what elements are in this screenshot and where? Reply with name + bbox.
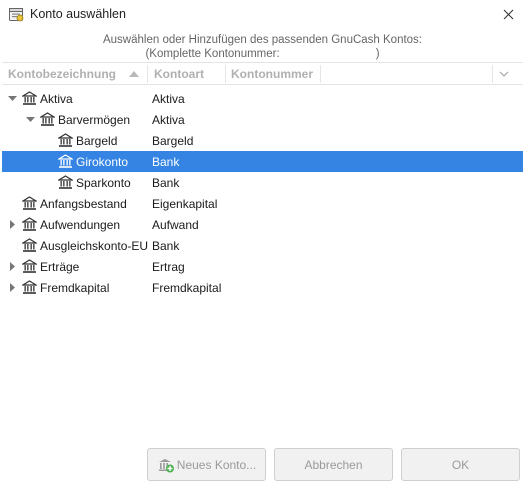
account-type: Eigenkapital [152, 197, 218, 211]
tree-header: Kontobezeichnung Kontoart Kontonummer [2, 63, 523, 85]
account-name: Ausgleichskonto-EU [40, 239, 149, 253]
account-name: Anfangsbestand [40, 197, 127, 211]
title-bar: Konto auswählen [0, 0, 525, 28]
account-row[interactable]: Erträge Ertrag [2, 256, 523, 277]
bank-icon [22, 91, 37, 105]
account-row[interactable]: Fremdkapital Fremdkapital [2, 277, 523, 298]
account-type: Aktiva [152, 92, 185, 106]
new-account-label: Neues Konto... [176, 457, 257, 472]
account-name: Bargeld [76, 134, 118, 148]
account-name: Fremdkapital [40, 281, 110, 295]
close-button[interactable] [491, 0, 525, 28]
expander-collapsed-icon[interactable] [7, 282, 18, 293]
bank-icon [40, 112, 55, 126]
bank-icon [22, 217, 37, 231]
bank-icon [58, 133, 73, 147]
new-account-icon [158, 458, 174, 472]
account-row[interactable]: Aufwendungen Aufwand [2, 214, 523, 235]
account-row[interactable]: Sparkonto Bank [2, 172, 523, 193]
account-row[interactable]: Aktiva Aktiva [2, 88, 523, 109]
bank-icon [58, 175, 73, 189]
select-account-dialog: Konto auswählen Auswählen oder Hinzufüge… [0, 0, 525, 484]
account-row[interactable]: Ausgleichskonto-EU Bank [2, 235, 523, 256]
bank-icon [22, 280, 37, 294]
expander-expanded-icon[interactable] [7, 93, 18, 104]
account-row[interactable]: Girokonto Bank [2, 151, 523, 172]
bank-icon [22, 259, 37, 273]
account-row[interactable]: Bargeld Bargeld [2, 130, 523, 151]
account-type: Aufwand [152, 218, 199, 232]
account-name: Erträge [40, 260, 80, 274]
expander-expanded-icon[interactable] [25, 114, 36, 125]
bank-icon [22, 238, 37, 252]
expander-collapsed-icon[interactable] [7, 261, 18, 272]
ok-button[interactable]: OK [401, 448, 520, 481]
instructions-line-2: (Komplette Kontonummer:) [0, 47, 525, 61]
bank-icon [22, 196, 37, 210]
account-name: Girokonto [76, 155, 129, 169]
column-header-number[interactable]: Kontonummer [231, 67, 313, 83]
account-type: Bank [152, 155, 180, 169]
account-type: Aktiva [152, 113, 185, 127]
account-name: Sparkonto [76, 176, 131, 190]
account-row[interactable]: Barvermögen Aktiva [2, 109, 523, 130]
ok-label: OK [451, 457, 470, 472]
account-type: Bank [152, 239, 180, 253]
gnucash-app-icon [9, 8, 24, 22]
column-divider [147, 65, 148, 83]
close-icon [503, 9, 513, 19]
account-type: Bank [152, 176, 180, 190]
column-chooser-chevron-down-icon[interactable] [497, 67, 511, 81]
account-type: Bargeld [152, 134, 194, 148]
account-name: Barvermögen [58, 113, 131, 127]
account-type: Fremdkapital [152, 281, 222, 295]
instructions-line-2-close: ) [375, 48, 380, 60]
expander-collapsed-icon[interactable] [7, 219, 18, 230]
account-name: Aktiva [40, 92, 73, 106]
account-type: Ertrag [152, 260, 185, 274]
column-divider [320, 65, 321, 83]
new-account-button[interactable]: Neues Konto... [147, 448, 266, 481]
column-divider [225, 65, 226, 83]
cancel-button[interactable]: Abbrechen [274, 448, 393, 481]
column-header-type[interactable]: Kontoart [154, 67, 204, 83]
account-row[interactable]: Anfangsbestand Eigenkapital [2, 193, 523, 214]
instructions-text: Auswählen oder Hinzufügen des passenden … [0, 33, 525, 61]
window-title: Konto auswählen [30, 7, 126, 21]
full-account-number-label: (Komplette Kontonummer: [145, 48, 280, 60]
bank-icon [58, 154, 73, 168]
sort-ascending-icon [129, 71, 139, 77]
column-divider [492, 65, 493, 83]
instructions-line-1: Auswählen oder Hinzufügen des passenden … [102, 34, 423, 46]
cancel-label: Abbrechen [304, 457, 363, 472]
account-tree[interactable]: Kontobezeichnung Kontoart Kontonummer Ak… [2, 62, 523, 444]
column-header-name[interactable]: Kontobezeichnung [8, 67, 116, 83]
account-name: Aufwendungen [40, 218, 121, 232]
